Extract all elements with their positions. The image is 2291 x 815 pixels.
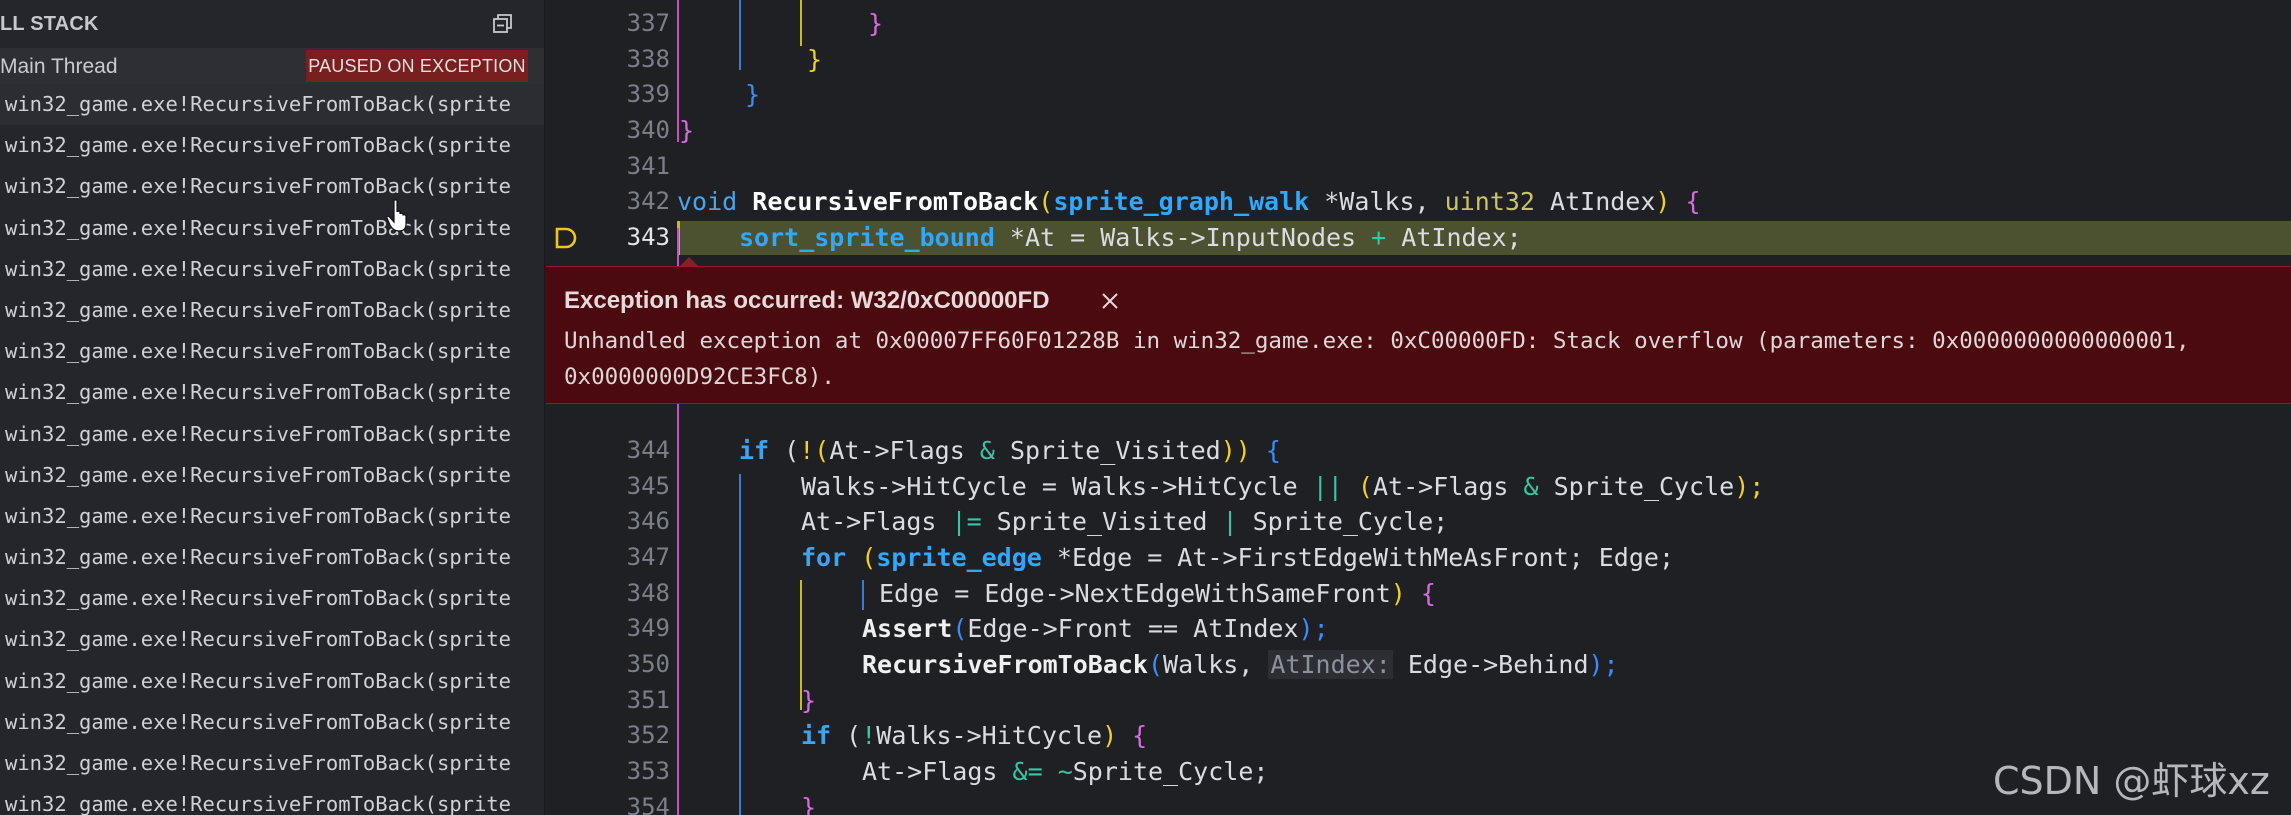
line-number: 341 (626, 152, 670, 180)
indent-guide (739, 474, 741, 815)
code-line-current[interactable]: sort_sprite_bound *At = Walks->InputNode… (739, 220, 1522, 256)
stack-frame[interactable]: win32_game.exe!RecursiveFromToBack(sprit… (0, 125, 544, 166)
inlay-hint: AtIndex: (1268, 650, 1393, 679)
line-number: 347 (626, 543, 670, 571)
stack-frame[interactable]: win32_game.exe!RecursiveFromToBack(sprit… (0, 496, 544, 537)
stack-frame[interactable]: win32_game.exe!RecursiveFromToBack(sprit… (0, 784, 544, 815)
code-line[interactable]: Edge = Edge->NextEdgeWithSameFront) { (879, 576, 1436, 612)
line-number: 345 (626, 472, 670, 500)
line-number: 344 (626, 436, 670, 464)
line-number: 354 (626, 793, 670, 815)
line-number: 352 (626, 721, 670, 749)
code-line[interactable]: if (!Walks->HitCycle) { (801, 718, 1147, 754)
line-number: 339 (626, 80, 670, 108)
indent-guide (800, 0, 802, 46)
code-line[interactable]: } (868, 6, 883, 42)
stack-frame[interactable]: win32_game.exe!RecursiveFromToBack(sprit… (0, 372, 544, 413)
code-line[interactable]: Walks->HitCycle = Walks->HitCycle || (At… (801, 469, 1764, 505)
collapse-all-icon[interactable] (491, 12, 515, 36)
indent-guide (739, 0, 741, 70)
stack-frame[interactable]: win32_game.exe!RecursiveFromToBack(sprit… (0, 743, 544, 784)
exception-message: Unhandled exception at 0x00007FF60F01228… (564, 328, 2190, 390)
code-line[interactable]: Assert(Edge->Front == AtIndex); (862, 611, 1329, 647)
code-line[interactable]: } (801, 683, 816, 719)
exception-title: Exception has occurred: W32/0xC00000FD (564, 287, 1050, 314)
exception-pointer-arrow (680, 257, 698, 266)
line-number: 342 (626, 187, 670, 215)
line-number: 346 (626, 507, 670, 535)
stack-frame[interactable]: win32_game.exe!RecursiveFromToBack(sprit… (0, 537, 544, 578)
indent-guide (862, 580, 864, 610)
exception-widget: Exception has occurred: W32/0xC00000FD U… (546, 266, 2291, 404)
stack-frame[interactable]: win32_game.exe!RecursiveFromToBack(sprit… (0, 661, 544, 702)
stack-frame[interactable]: win32_game.exe!RecursiveFromToBack(sprit… (0, 455, 544, 496)
close-icon[interactable] (1098, 289, 1122, 313)
indent-guide (677, 404, 679, 815)
stack-frame[interactable]: win32_game.exe!RecursiveFromToBack(sprit… (0, 578, 544, 619)
code-line[interactable]: At->Flags &= ~Sprite_Cycle; (862, 754, 1268, 790)
line-number: 351 (626, 686, 670, 714)
stack-frame[interactable]: win32_game.exe!RecursiveFromToBack(sprit… (0, 619, 544, 660)
code-line[interactable]: } (807, 42, 822, 78)
call-stack-title: LL STACK (0, 13, 99, 35)
call-stack-header: LL STACK (0, 0, 544, 48)
stack-frame-list: win32_game.exe!RecursiveFromToBack(sprit… (0, 84, 544, 815)
code-line[interactable]: At->Flags |= Sprite_Visited | Sprite_Cyc… (801, 504, 1448, 540)
code-line[interactable]: } (745, 77, 760, 113)
stack-frame[interactable]: win32_game.exe!RecursiveFromToBack(sprit… (0, 414, 544, 455)
code-line[interactable]: } (801, 790, 816, 815)
code-line[interactable]: for (sprite_edge *Edge = At->FirstEdgeWi… (801, 540, 1674, 576)
stack-frame[interactable]: win32_game.exe!RecursiveFromToBack(sprit… (0, 290, 544, 331)
line-number: 340 (626, 116, 670, 144)
paused-status-badge: PAUSED ON EXCEPTION (306, 50, 528, 82)
line-number: 348 (626, 579, 670, 607)
stack-frame[interactable]: win32_game.exe!RecursiveFromToBack(sprit… (0, 84, 544, 126)
stack-frame[interactable]: win32_game.exe!RecursiveFromToBack(sprit… (0, 166, 544, 207)
code-line[interactable]: } (679, 113, 694, 149)
stack-frame[interactable]: win32_game.exe!RecursiveFromToBack(sprit… (0, 702, 544, 743)
code-editor[interactable]: 337 338 339 340 341 342 343 344 345 346 … (546, 0, 2291, 815)
indent-guide (677, 228, 679, 266)
line-number: 350 (626, 650, 670, 678)
watermark: CSDN @虾球xz (1993, 759, 2270, 803)
line-number: 353 (626, 757, 670, 785)
thread-name: Main Thread (0, 55, 118, 78)
code-line-function-signature[interactable]: void RecursiveFromToBack(sprite_graph_wa… (677, 184, 1701, 220)
line-number-current: 343 (626, 223, 670, 251)
stack-frame[interactable]: win32_game.exe!RecursiveFromToBack(sprit… (0, 331, 544, 372)
stack-frame[interactable]: win32_game.exe!RecursiveFromToBack(sprit… (0, 208, 544, 249)
stack-frame[interactable]: win32_game.exe!RecursiveFromToBack(sprit… (0, 249, 544, 290)
code-line[interactable]: RecursiveFromToBack(Walks, AtIndex: Edge… (862, 647, 1619, 683)
line-number: 338 (626, 45, 670, 73)
call-stack-panel: LL STACK Main Thread PAUSED ON EXCEPTION… (0, 0, 545, 815)
line-number: 337 (626, 9, 670, 37)
code-line[interactable]: if (!(At->Flags & Sprite_Visited)) { (739, 433, 1281, 469)
line-number: 349 (626, 614, 670, 642)
